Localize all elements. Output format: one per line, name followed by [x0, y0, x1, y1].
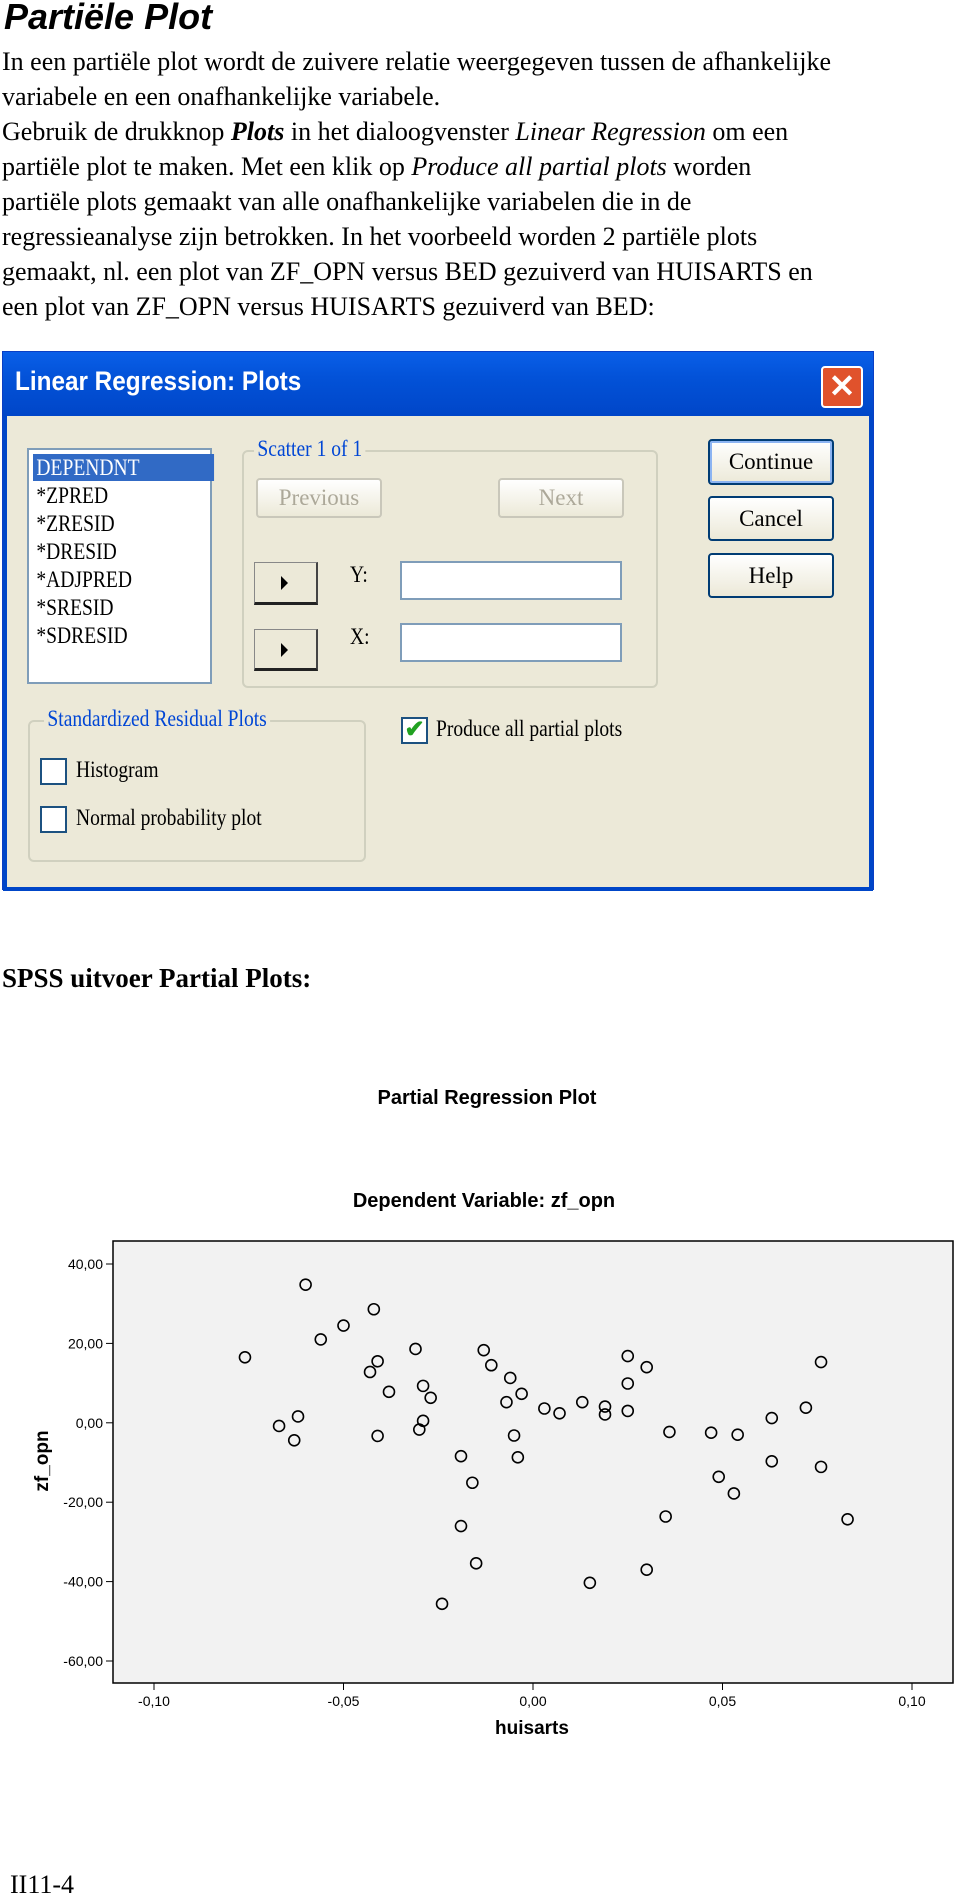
arrow-right-icon — [281, 643, 288, 657]
y-tick-label: 20,00 — [68, 1335, 103, 1351]
y-label: Y: — [350, 562, 368, 587]
produce-partial-plots-checkbox[interactable]: ✔ — [401, 717, 428, 744]
spss-output-heading: SPSS uitvoer Partial Plots: — [2, 963, 312, 993]
move-to-x-button[interactable] — [254, 629, 318, 671]
variable-item[interactable]: *SRESID — [33, 594, 117, 621]
previous-button[interactable]: Previous — [256, 478, 382, 518]
variable-item[interactable]: DEPENDNT — [33, 454, 215, 481]
text-segment: Produce all partial plots — [411, 152, 667, 181]
text-segment: een plot van ZF_OPN versus HUISARTS gezu… — [2, 292, 655, 321]
checkmark-icon: ✔ — [404, 717, 425, 743]
dialog-titlebar: Linear Regression: Plots ✕ — [3, 352, 873, 416]
y-tick-label: -40,00 — [63, 1574, 103, 1590]
text-segment: worden — [666, 152, 752, 181]
page-title: Partiële Plot — [4, 0, 213, 37]
paragraph-line: partiële plot te maken. Met een klik op … — [2, 149, 831, 184]
normal-probability-checkbox[interactable] — [40, 806, 67, 833]
move-to-y-button[interactable] — [254, 562, 318, 605]
text-segment: partiële plots gemaakt van alle onafhank… — [2, 187, 692, 216]
histogram-label: Histogram — [76, 757, 159, 782]
text-segment: partiële plot te maken. Met een klik op — [2, 152, 412, 181]
paragraph-line: In een partiële plot wordt de zuivere re… — [2, 44, 831, 79]
produce-partial-plots-label: Produce all partial plots — [436, 716, 623, 741]
paragraph-line: regressieanalyse zijn betrokken. In het … — [2, 219, 831, 254]
variable-item[interactable]: *ADJPRED — [33, 566, 135, 593]
text-segment: variabele en een onafhankelijke variabel… — [2, 82, 441, 111]
plot-area — [112, 1240, 954, 1684]
x-axis-label: huisarts — [495, 1718, 569, 1739]
page-footer: II11-4 — [10, 1870, 75, 1899]
x-input[interactable] — [400, 623, 622, 662]
text-segment: In een partiële plot wordt de zuivere re… — [2, 47, 831, 76]
x-tick-label: 0,00 — [519, 1693, 546, 1709]
intro-paragraph: In een partiële plot wordt de zuivere re… — [2, 44, 831, 324]
variable-listbox[interactable]: DEPENDNT *ZPRED *ZRESID *DRESID *ADJPRED *SRE… — [27, 448, 215, 684]
variable-item[interactable]: *ZRESID — [33, 510, 118, 537]
scatter-group-legend: Scatter 1 of 1 — [254, 436, 366, 462]
chart-subtitle: Dependent Variable: zf_opn — [352, 1190, 616, 1212]
text-segment: Plots — [230, 117, 285, 146]
variable-item[interactable]: *ZPRED — [33, 482, 111, 509]
chart-title: Partial Regression Plot — [377, 1087, 597, 1109]
arrow-right-icon — [281, 576, 288, 590]
y-axis-label: zf_opn — [32, 1430, 53, 1491]
std-group-legend: Standardized Residual Plots — [44, 706, 271, 732]
x-label: X: — [350, 624, 370, 649]
close-icon[interactable]: ✕ — [821, 366, 863, 408]
text-segment: Linear Regression — [515, 117, 706, 146]
help-button[interactable]: Help — [708, 553, 834, 598]
paragraph-line: partiële plots gemaakt van alle onafhank… — [2, 184, 831, 219]
paragraph-line: Gebruik de drukknop Plots in het dialoog… — [2, 114, 831, 149]
variable-item[interactable]: *SDRESID — [33, 622, 131, 649]
standardized-residual-group: Standardized Residual Plots — [28, 706, 366, 862]
y-tick-label: -20,00 — [63, 1494, 103, 1510]
y-tick-label: 40,00 — [68, 1256, 103, 1272]
dialog-title: Linear Regression: Plots — [15, 366, 302, 396]
paragraph-line: gemaakt, nl. een plot van ZF_OPN versus … — [2, 254, 831, 289]
normal-probability-label: Normal probability plot — [76, 805, 262, 830]
x-tick-label: -0,10 — [138, 1693, 170, 1709]
text-segment: gemaakt, nl. een plot van ZF_OPN versus … — [2, 257, 813, 286]
paragraph-line: variabele en een onafhankelijke variabel… — [2, 79, 831, 114]
x-tick-label: -0,05 — [328, 1693, 360, 1709]
text-segment: Gebruik de drukknop — [2, 117, 231, 146]
text-segment: in het dialoogvenster — [284, 117, 516, 146]
continue-button[interactable]: Continue — [708, 439, 834, 485]
text-segment: om een — [705, 117, 789, 146]
variable-item[interactable]: *DRESID — [33, 538, 120, 565]
y-tick-label: -60,00 — [63, 1653, 103, 1669]
histogram-checkbox[interactable] — [40, 758, 67, 785]
next-button[interactable]: Next — [498, 478, 624, 518]
y-input[interactable] — [400, 561, 622, 600]
cancel-button[interactable]: Cancel — [708, 496, 834, 541]
paragraph-line: een plot van ZF_OPN versus HUISARTS gezu… — [2, 289, 831, 324]
y-tick-label: 0,00 — [76, 1415, 103, 1431]
text-segment: regressieanalyse zijn betrokken. In het … — [2, 222, 758, 251]
x-tick-label: 0,05 — [709, 1693, 736, 1709]
x-tick-label: 0,10 — [898, 1693, 925, 1709]
partial-regression-scatter: 40,00 20,00 0,00 -20,00 -40,00 -60,00 -0,10 -0,… — [32, 1240, 954, 1739]
